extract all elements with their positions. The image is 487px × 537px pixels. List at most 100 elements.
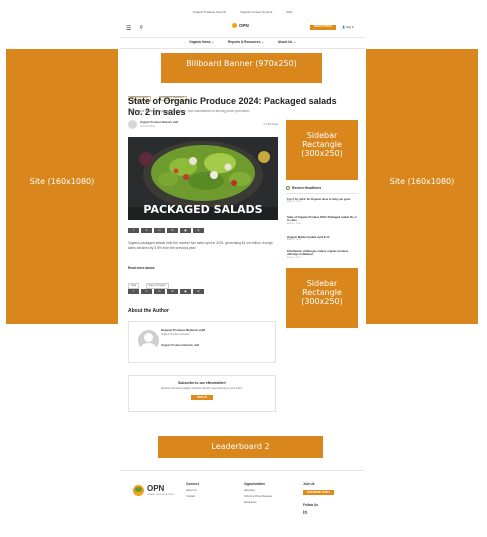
footer-follow-heading: Follow Us	[303, 503, 319, 507]
logo-mark-icon	[232, 23, 237, 28]
footer-opp-heading: Opportunities	[244, 482, 265, 486]
read-more-heading: Read more about:	[128, 266, 156, 270]
site-ad-right[interactable]: Site (160x1080)	[366, 49, 478, 324]
author-card: Organic Produce Network staff Organic Pr…	[128, 321, 276, 363]
topbar-link-summit[interactable]: Organic Produce Summit	[193, 10, 227, 14]
main-nav: Organic News ⌄ Reports & Resources ⌄ Abo…	[120, 40, 365, 46]
article-body: Organic packaged salads held the number …	[128, 241, 273, 250]
email-share-icon[interactable]: ✉	[167, 289, 178, 294]
footer-logo-leaf-icon	[135, 487, 142, 492]
footer-connect-heading: Connect	[186, 482, 199, 486]
topbar-link-grower[interactable]: Organic Grower Summit	[240, 10, 272, 14]
print-share-icon[interactable]: ▣	[180, 228, 191, 233]
footer-subscribe-button[interactable]: SUBSCRIBE TODAY	[303, 490, 334, 495]
search-icon[interactable]: ⚲	[139, 25, 143, 31]
headline-date: APR 15, 2024	[287, 239, 301, 242]
logo-text: OPN	[239, 23, 249, 28]
header-divider	[120, 37, 365, 38]
footer-link-press[interactable]: Submit a Press Release	[244, 495, 294, 498]
share-bar-top: f 𝕏 in ✉ ▣ ⎘	[128, 228, 204, 233]
article-title: State of Organic Produce 2024: Packaged …	[128, 96, 337, 117]
headline-title[interactable]: Distribution challenges reduce organic p…	[287, 250, 357, 257]
nav-reports[interactable]: Reports & Resources ⌄	[228, 40, 264, 46]
headline-item[interactable]: Top 5 for April: An Organic dose to help…	[287, 198, 357, 203]
linkedin-share-icon[interactable]: in	[154, 228, 165, 233]
footer-opportunities: Opportunities Advertise Submit a Press R…	[244, 482, 294, 504]
newsletter-title: Subscribe to our eNewsletter!	[177, 381, 227, 385]
footer-join-heading: Join Us	[303, 482, 315, 486]
headline-date: APR 15, 2024	[287, 201, 301, 204]
byline-date: April 15, 2024	[140, 125, 155, 128]
about-author-heading: About the Author	[128, 308, 169, 314]
author-avatar	[128, 120, 137, 129]
footer-connect: Connect About Us Contact	[186, 482, 226, 498]
author-card-bio: Organic Produce Network staff	[161, 344, 200, 347]
newsletter-signup-button[interactable]: SIGN UP	[191, 395, 213, 400]
leaderboard-ad[interactable]: Leaderboard 2	[158, 436, 323, 458]
footer-divider	[120, 470, 365, 471]
site-logo[interactable]: OPN	[232, 23, 249, 28]
author-card-org: Organic Produce Network	[161, 333, 190, 336]
site-ad-left-label: Site (160x1080)	[29, 177, 95, 186]
headline-item[interactable]: Organic Market Update April 8-14 APR 15,…	[287, 236, 357, 241]
headline-item[interactable]: State of Organic Produce 2024: Packaged …	[287, 216, 357, 225]
email-share-icon[interactable]: ✉	[167, 228, 178, 233]
footer-link-about[interactable]: About Us	[186, 489, 226, 492]
recent-headlines-label: Recent Headlines	[292, 186, 322, 190]
headline-title[interactable]: State of Organic Produce 2024: Packaged …	[287, 216, 357, 223]
x-share-icon[interactable]: 𝕏	[141, 228, 152, 233]
read-more-tag-state[interactable]: State of Organic	[145, 282, 169, 289]
sidebar-rect-ad-1[interactable]: Sidebar Rectangle (300x250)	[286, 120, 358, 180]
linkedin-share-icon[interactable]: in	[154, 289, 165, 294]
site-ad-left[interactable]: Site (160x1080)	[6, 49, 118, 324]
footer-logo-text: OPN	[147, 484, 165, 493]
footer-link-contact[interactable]: Contact	[186, 495, 226, 498]
sidebar-divider	[286, 193, 358, 194]
footer-link-advertise[interactable]: Advertise	[244, 489, 294, 492]
headline-item[interactable]: Distribution challenges reduce organic p…	[287, 250, 357, 259]
nav-divider	[120, 48, 365, 49]
byline-author[interactable]: Organic Produce Network staff	[140, 121, 178, 124]
user-icon: 👤	[342, 26, 346, 29]
nav-organic-news[interactable]: Organic News ⌄	[189, 40, 214, 46]
copy-share-icon[interactable]: ⎘	[193, 228, 204, 233]
newsletter-box: Subscribe to our eNewsletter! Receive th…	[128, 375, 276, 412]
article-byline: Organic Produce Network staff April 15, …	[128, 120, 278, 132]
menu-icon[interactable]: ☰	[126, 25, 131, 32]
billboard-ad[interactable]: Billboard Banner (970x250)	[161, 53, 322, 83]
headline-date: APR 15, 2024	[287, 222, 301, 225]
read-time: ◷ 5 Min Read	[263, 123, 278, 126]
author-avatar-large	[138, 330, 159, 351]
topbar-link-faq[interactable]: FAQ	[286, 10, 292, 14]
article-subtitle: Packaged salads dropped in volume, but m…	[128, 109, 251, 113]
footer-logo[interactable]: OPN ORGANIC PRODUCE NETWORK	[133, 484, 178, 500]
site-ad-right-label: Site (160x1080)	[389, 177, 455, 186]
facebook-share-icon[interactable]: f	[128, 228, 139, 233]
signin-link[interactable]: 👤 Sign In	[342, 25, 354, 30]
check-circle-icon	[286, 186, 290, 190]
footer-link-resources[interactable]: Resources	[244, 501, 294, 504]
clock-icon: ◷	[263, 123, 266, 126]
copy-share-icon[interactable]: ⎘	[193, 289, 204, 294]
print-share-icon[interactable]: ▣	[180, 289, 191, 294]
linkedin-icon[interactable]: in	[303, 510, 348, 516]
sidebar-rect-ad-2[interactable]: Sidebar Rectangle (300x250)	[286, 268, 358, 328]
headline-date: APR 15, 2024	[287, 256, 301, 259]
signup-button[interactable]: SIGN UP TODAY	[310, 25, 336, 30]
x-share-icon[interactable]: 𝕏	[141, 289, 152, 294]
recent-headlines-heading: Recent Headlines	[286, 186, 358, 190]
share-bar-bottom: f 𝕏 in ✉ ▣ ⎘	[128, 289, 204, 294]
footer-logo-sub: ORGANIC PRODUCE NETWORK	[147, 494, 175, 496]
read-time-label: 5 Min Read	[265, 123, 278, 126]
footer-join: Join Us SUBSCRIBE TODAY Follow Us in	[303, 482, 348, 516]
facebook-share-icon[interactable]: f	[128, 289, 139, 294]
newsletter-text: Receive the latest organic produce indus…	[161, 387, 243, 390]
hero-image: PACKAGED SALADS	[128, 137, 278, 220]
signin-label: Sign In	[345, 26, 355, 29]
nav-about[interactable]: About Us ⌄	[278, 40, 296, 46]
top-utility-bar: Organic Produce Summit Organic Grower Su…	[120, 8, 365, 16]
site-header: ☰ ⚲ OPN SIGN UP TODAY 👤 Sign In	[120, 18, 365, 38]
hero-caption: PACKAGED SALADS	[143, 203, 263, 216]
author-card-name[interactable]: Organic Produce Network staff	[161, 328, 205, 332]
read-more-tag-data[interactable]: Data	[128, 282, 140, 289]
